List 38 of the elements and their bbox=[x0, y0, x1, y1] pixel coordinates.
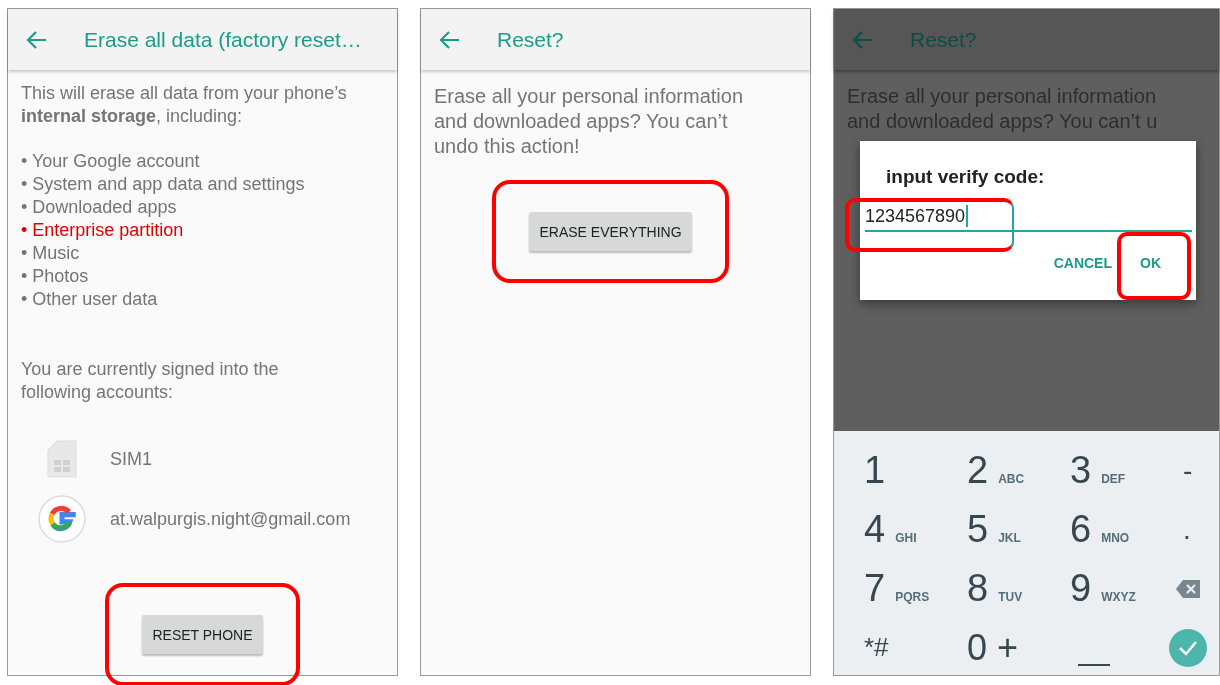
backspace-icon[interactable] bbox=[1175, 578, 1201, 599]
list-item: • Music bbox=[21, 242, 81, 265]
keypad-key[interactable]: *# bbox=[862, 618, 965, 677]
dialog-title: input verify code: bbox=[885, 165, 1046, 188]
screen-title: Erase all data (factory reset… bbox=[84, 27, 362, 52]
list-item: • Photos bbox=[21, 265, 90, 288]
list-item: • Enterprise partition bbox=[21, 219, 185, 242]
verify-code-field[interactable]: 1234567890 bbox=[865, 199, 1192, 232]
account-name: at.walpurgis.night@gmail.com bbox=[110, 507, 351, 531]
keypad-key[interactable]: - bbox=[1171, 441, 1219, 500]
list-item: • Other user data bbox=[21, 288, 159, 311]
list-item: • Downloaded apps bbox=[21, 196, 178, 219]
g-logo-icon bbox=[37, 494, 87, 544]
keypad-key[interactable]: 8 TUV bbox=[965, 559, 1068, 618]
reset-phone-button[interactable]: RESET PHONE bbox=[142, 615, 263, 654]
description-text: This will erase all data from your phone’s internal storage, including: bbox=[21, 82, 348, 128]
back-arrow-icon[interactable] bbox=[439, 29, 461, 50]
keypad-key[interactable]: 9 WXYZ bbox=[1068, 559, 1171, 618]
check-icon[interactable] bbox=[1169, 628, 1207, 667]
confirm-message: Erase all your personal information and downloaded apps? You can’t undo this action! bbox=[433, 84, 745, 159]
erase-everything-button[interactable]: ERASE EVERYTHING bbox=[529, 212, 692, 251]
screen-title: Reset? bbox=[497, 27, 564, 52]
keypad-key[interactable]: 3 DEF bbox=[1068, 441, 1171, 500]
keypad-key[interactable]: 5 JKL bbox=[965, 500, 1068, 559]
keypad-key[interactable]: 6 MNO bbox=[1068, 500, 1171, 559]
keypad-key[interactable]: 7 PQRS bbox=[862, 559, 965, 618]
list-item: • Your Google account bbox=[21, 150, 201, 173]
account-name: SIM1 bbox=[110, 447, 152, 471]
back-arrow-icon[interactable] bbox=[26, 29, 48, 50]
list-item: • System and app data and settings bbox=[21, 173, 306, 196]
accounts-note: You are currently signed into the following accounts: bbox=[21, 358, 280, 404]
keypad-key[interactable]: 4 GHI bbox=[862, 500, 965, 559]
keypad-key[interactable]: 0 + bbox=[965, 618, 1068, 677]
keypad-key[interactable]: 2 ABC bbox=[965, 441, 1068, 500]
screen-title: Reset? bbox=[910, 27, 977, 52]
sim-card-icon bbox=[47, 440, 77, 478]
keypad-key[interactable]: . bbox=[1171, 500, 1219, 559]
keypad-key[interactable]: 1 bbox=[862, 441, 965, 500]
